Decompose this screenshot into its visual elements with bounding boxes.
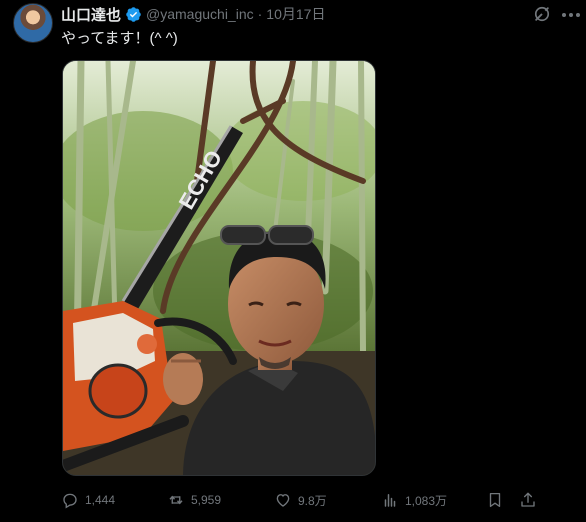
post-date[interactable]: 10月17日	[266, 4, 325, 24]
share-icon[interactable]	[519, 491, 537, 509]
separator: ·	[257, 6, 263, 22]
tweet-header: 山口達也 @yamaguchi_inc · 10月17日	[61, 4, 325, 24]
like-count: 9.8万	[298, 493, 327, 508]
views-button[interactable]: 1,083万	[381, 489, 447, 511]
views-count: 1,083万	[405, 493, 448, 508]
avatar[interactable]	[13, 3, 53, 43]
views-chart-icon	[384, 494, 396, 507]
repost-icon	[169, 495, 183, 505]
post-image[interactable]: ECHO	[62, 60, 376, 476]
author-name[interactable]: 山口達也	[61, 4, 121, 25]
more-dots-icon[interactable]	[562, 12, 580, 18]
reply-count: 1,444	[85, 493, 116, 507]
post-text: やってます！(^ ^)	[61, 30, 178, 47]
like-button[interactable]: 9.8万	[274, 489, 327, 511]
author-handle[interactable]: @yamaguchi_inc	[146, 6, 254, 22]
action-bar: 1,444 5,959 9.8万 1,083万	[61, 489, 581, 511]
repost-button[interactable]: 5,959	[167, 489, 221, 511]
reply-button[interactable]: 1,444	[61, 489, 115, 511]
photo-illustration: ECHO	[63, 61, 375, 475]
tweet: 山口達也 @yamaguchi_inc · 10月17日 やってます！(^ ^)	[0, 0, 586, 522]
heart-icon	[276, 494, 290, 507]
verified-badge-icon	[126, 6, 141, 22]
bookmark-icon[interactable]	[486, 491, 504, 509]
reply-icon	[63, 493, 77, 509]
grok-icon[interactable]	[532, 4, 552, 24]
repost-count: 5,959	[191, 493, 222, 507]
